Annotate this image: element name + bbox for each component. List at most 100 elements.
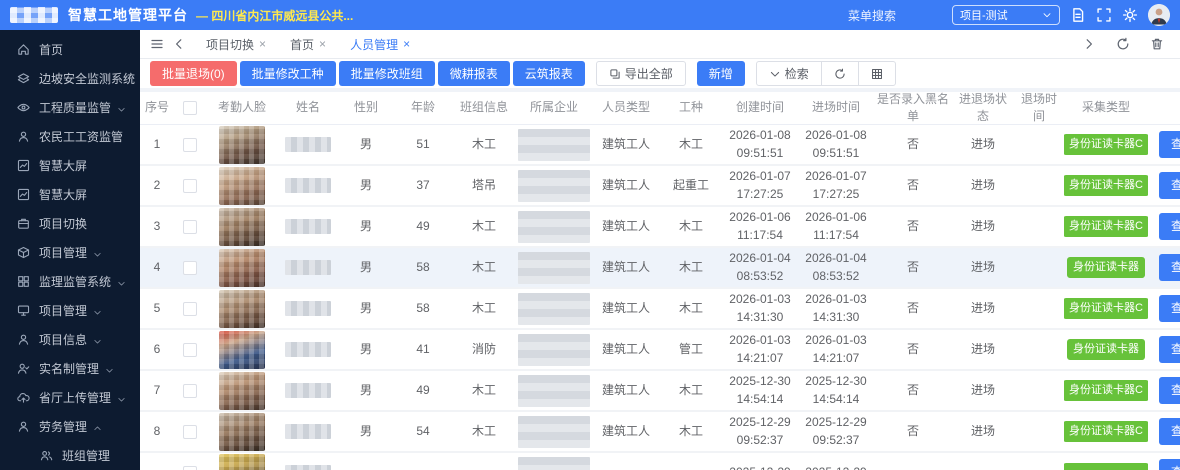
- row-checkbox[interactable]: [183, 179, 197, 193]
- view-button[interactable]: 查看: [1159, 336, 1180, 363]
- chevron-down-icon: [117, 393, 126, 402]
- cell-collect: 身份证读卡器C: [1064, 298, 1148, 320]
- tab-人员管理[interactable]: 人员管理×: [338, 36, 422, 53]
- cell-name: [278, 424, 338, 439]
- document-icon[interactable]: [1070, 7, 1086, 23]
- avatar[interactable]: [1148, 4, 1170, 26]
- table-row[interactable]: 2男37塔吊建筑工人起重工2026-01-0717:27:252026-01-0…: [140, 166, 1180, 207]
- chevron-right-icon[interactable]: [1082, 37, 1096, 51]
- chevron-left-icon[interactable]: [172, 37, 186, 51]
- chevron-up-icon: [93, 422, 102, 431]
- view-button[interactable]: 查看: [1159, 295, 1180, 322]
- row-checkbox[interactable]: [183, 384, 197, 398]
- column-header-age: 年龄: [394, 99, 452, 116]
- export-all-button[interactable]: 导出全部: [596, 61, 686, 86]
- view-button[interactable]: 查看: [1159, 172, 1180, 199]
- cell-create: 2026-01-0408:53:52: [722, 250, 798, 285]
- sidebar-item-项目信息[interactable]: 项目信息: [0, 325, 140, 354]
- row-checkbox[interactable]: [183, 220, 197, 234]
- cell-check: [174, 425, 206, 439]
- select-all-checkbox[interactable]: [183, 101, 197, 115]
- sidebar-item-首页[interactable]: 首页: [0, 35, 140, 64]
- yunzhu-report-button[interactable]: 云筑报表: [513, 61, 585, 86]
- batch-exit-button[interactable]: 批量退场(0): [150, 61, 237, 86]
- cell-name: [278, 301, 338, 316]
- sidebar-item-农民工工资监管[interactable]: 农民工工资监管: [0, 122, 140, 151]
- gear-icon[interactable]: [1122, 7, 1138, 23]
- sidebar-item-劳务管理[interactable]: 劳务管理: [0, 412, 140, 441]
- cell-black: 否: [874, 136, 952, 153]
- table-row[interactable]: 1男51木工建筑工人木工2026-01-0809:51:512026-01-08…: [140, 125, 1180, 166]
- sidebar-item-边坡安全监测系统[interactable]: 边坡安全监测系统: [0, 64, 140, 93]
- cell-wtype: 木工: [660, 136, 722, 153]
- sidebar-item-监理监管系统[interactable]: 监理监管系统: [0, 267, 140, 296]
- weigeng-report-button[interactable]: 微耕报表: [438, 61, 510, 86]
- search-button[interactable]: 检索: [756, 61, 822, 86]
- sidebar-item-智慧大屏[interactable]: 智慧大屏: [0, 180, 140, 209]
- cell-black: 否: [874, 341, 952, 358]
- view-button[interactable]: 查看: [1159, 377, 1180, 404]
- table-row[interactable]: 8男54木工建筑工人木工2025-12-2909:52:372025-12-29…: [140, 412, 1180, 453]
- cell-gender: 男: [338, 423, 394, 440]
- view-button[interactable]: 查看: [1159, 459, 1180, 470]
- cell-check: [174, 302, 206, 316]
- view-button[interactable]: 查看: [1159, 131, 1180, 158]
- cell-ptype: 建筑工人: [592, 136, 660, 153]
- table-row[interactable]: 4男58木工建筑工人木工2026-01-0408:53:522026-01-04…: [140, 248, 1180, 289]
- attendance-face-photo: [219, 167, 265, 205]
- tab-项目切换[interactable]: 项目切换×: [194, 36, 278, 53]
- view-button[interactable]: 查看: [1159, 213, 1180, 240]
- cell-status: 进场: [952, 177, 1014, 194]
- batch-edit-worktype-button[interactable]: 批量修改工种: [240, 61, 336, 86]
- cell-team: 木工: [452, 218, 516, 235]
- cell-no: 4: [140, 259, 174, 276]
- button-label: 批量退场(0): [162, 65, 225, 82]
- sidebar-item-工程质量监管[interactable]: 工程质量监管: [0, 93, 140, 122]
- refresh-button[interactable]: [821, 61, 859, 86]
- row-checkbox[interactable]: [183, 261, 197, 275]
- cell-black: 否: [874, 218, 952, 235]
- refresh-icon[interactable]: [1116, 37, 1130, 51]
- batch-edit-team-button[interactable]: 批量修改班组: [339, 61, 435, 86]
- trash-icon[interactable]: [1150, 37, 1164, 51]
- sidebar-item-项目切换[interactable]: 项目切换: [0, 209, 140, 238]
- sidebar-item-智慧大屏[interactable]: 智慧大屏: [0, 151, 140, 180]
- close-icon[interactable]: ×: [403, 37, 410, 51]
- cell-enter: 2025-12-29: [798, 464, 874, 470]
- cell-create: 2026-01-0611:17:54: [722, 209, 798, 244]
- cell-create: 2026-01-0809:51:51: [722, 127, 798, 162]
- cell-ptype: 建筑工人: [592, 382, 660, 399]
- button-label: 微耕报表: [450, 65, 498, 82]
- close-icon[interactable]: ×: [259, 37, 266, 51]
- cell-team: 塔吊: [452, 177, 516, 194]
- table-row[interactable]: 5男58木工建筑工人木工2026-01-0314:31:302026-01-03…: [140, 289, 1180, 330]
- view-button[interactable]: 查看: [1159, 418, 1180, 445]
- tab-首页[interactable]: 首页×: [278, 36, 338, 53]
- table-row[interactable]: 7男49木工建筑工人木工2025-12-3014:54:142025-12-30…: [140, 371, 1180, 412]
- table-row[interactable]: 6男41消防建筑工人管工2026-01-0314:21:072026-01-03…: [140, 330, 1180, 371]
- project-select[interactable]: 项目-测试: [952, 5, 1060, 25]
- fullscreen-icon[interactable]: [1096, 7, 1112, 23]
- cell-no: 7: [140, 382, 174, 399]
- cell-status: 进场: [952, 300, 1014, 317]
- sidebar-item-班组管理[interactable]: 班组管理: [0, 441, 140, 470]
- row-checkbox[interactable]: [183, 138, 197, 152]
- sidebar-item-项目管理[interactable]: 项目管理: [0, 296, 140, 325]
- row-checkbox[interactable]: [183, 302, 197, 316]
- sidebar-item-省厅上传管理[interactable]: 省厅上传管理: [0, 383, 140, 412]
- view-button[interactable]: 查看: [1159, 254, 1180, 281]
- menu-icon[interactable]: [150, 37, 164, 51]
- sidebar-item-实名制管理[interactable]: 实名制管理: [0, 354, 140, 383]
- sidebar-item-项目管理[interactable]: 项目管理: [0, 238, 140, 267]
- table-row[interactable]: 2025-12-292025-12-29查看: [140, 453, 1180, 470]
- row-checkbox[interactable]: [183, 343, 197, 357]
- row-checkbox[interactable]: [183, 425, 197, 439]
- add-button[interactable]: 新增: [697, 61, 745, 86]
- row-checkbox[interactable]: [183, 466, 197, 470]
- close-icon[interactable]: ×: [319, 37, 326, 51]
- cell-name: [278, 342, 338, 357]
- column-settings-button[interactable]: [858, 61, 896, 86]
- table-row[interactable]: 3男49木工建筑工人木工2026-01-0611:17:542026-01-06…: [140, 207, 1180, 248]
- menu-search-link[interactable]: 菜单搜索: [848, 7, 896, 24]
- sidebar-item-label: 班组管理: [62, 447, 110, 464]
